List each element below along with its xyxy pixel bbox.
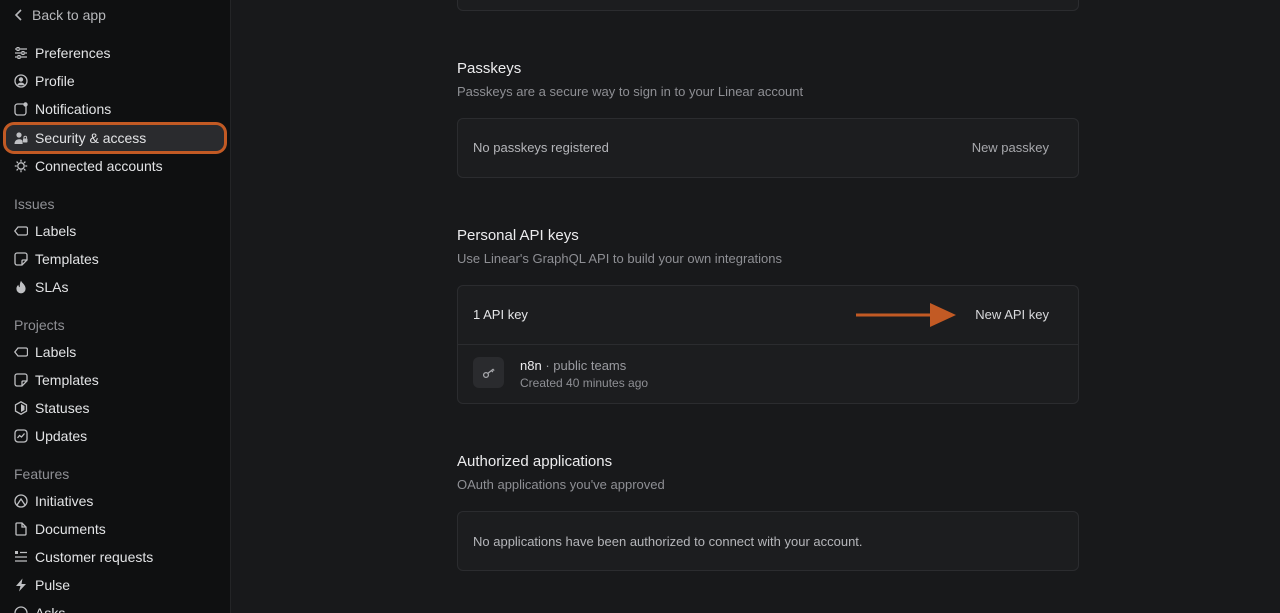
sidebar-item-documents[interactable]: Documents [6,516,224,542]
sidebar-item-label: Pulse [35,577,71,593]
tag-icon [14,224,28,238]
tag-icon [14,345,28,359]
authorized-apps-subtitle: OAuth applications you've approved [457,477,665,492]
lightning-icon [14,578,28,592]
plug-gear-icon [14,159,28,173]
api-key-name: n8n [520,358,542,373]
sidebar-item-label: Preferences [35,45,111,61]
api-keys-card: 1 API key New API key n8n · public teams… [457,285,1079,404]
new-passkey-button[interactable]: New passkey [972,140,1049,155]
passkeys-title: Passkeys [457,60,522,77]
api-keys-divider [458,344,1078,345]
api-key-scope: · public teams [545,358,627,373]
mountain-icon [14,494,28,508]
sidebar-item-customer-requests[interactable]: Customer requests [6,544,224,570]
sidebar-item-label: Asks [35,605,66,613]
api-key-created: Created 40 minutes ago [520,376,649,390]
sidebar-item-security-access[interactable]: Security & access [6,125,224,151]
authorized-apps-card: No applications have been authorized to … [457,511,1079,571]
authorized-apps-title: Authorized applications [457,453,613,470]
sidebar-item-label: Templates [35,372,99,388]
sidebar-item-label: SLAs [35,279,69,295]
authorized-apps-empty-text: No applications have been authorized to … [473,534,863,549]
sidebar-item-label: Statuses [35,400,90,416]
sidebar-item-label: Documents [35,521,106,537]
annotation-arrow-icon [856,303,956,327]
passkeys-subtitle: Passkeys are a secure way to sign in to … [457,84,804,99]
previous-section-card [457,0,1079,11]
sidebar-item-label: Updates [35,428,88,444]
sidebar-item-initiatives[interactable]: Initiatives [6,488,224,514]
document-icon [14,522,28,536]
template-icon [14,252,28,266]
settings-main-content: Passkeys Passkeys are a secure way to si… [231,0,1280,613]
passkeys-empty-text: No passkeys registered [473,140,609,155]
sidebar-item-label: Initiatives [35,493,94,509]
sidebar-item-preferences[interactable]: Preferences [6,40,224,66]
list-icon [14,550,28,564]
sidebar-item-updates[interactable]: Updates [6,423,224,449]
api-keys-title: Personal API keys [457,227,579,244]
sidebar-item-label: Profile [35,73,75,89]
sidebar-item-label: Labels [35,223,77,239]
sidebar-item-label: Labels [35,344,77,360]
pulse-chart-icon [14,429,28,443]
section-label-features: Features [14,466,70,482]
api-key-count: 1 API key [473,307,528,322]
notification-icon [14,102,28,116]
sidebar-item-label: Templates [35,251,99,267]
api-key-row[interactable]: n8n · public teams [520,358,626,373]
sidebar-item-project-labels[interactable]: Labels [6,339,224,365]
template-icon [14,373,28,387]
new-api-key-button[interactable]: New API key [975,307,1049,322]
sidebar-item-connected-accounts[interactable]: Connected accounts [6,153,224,179]
sliders-icon [14,46,28,60]
sidebar-item-project-templates[interactable]: Templates [6,367,224,393]
sidebar-item-label: Customer requests [35,549,154,565]
sidebar-item-issue-templates[interactable]: Templates [6,246,224,272]
sidebar-item-label: Connected accounts [35,158,163,174]
chevron-left-icon [14,9,22,21]
user-lock-icon [14,131,28,145]
sidebar-item-label: Notifications [35,101,112,117]
key-icon [473,357,504,388]
sidebar-item-issue-labels[interactable]: Labels [6,218,224,244]
sidebar-item-label: Security & access [35,130,147,146]
sidebar-item-notifications[interactable]: Notifications [6,96,224,122]
sidebar-item-statuses[interactable]: Statuses [6,395,224,421]
api-keys-subtitle: Use Linear's GraphQL API to build your o… [457,251,783,266]
flame-icon [14,280,28,294]
back-to-app-label: Back to app [32,7,106,23]
section-label-projects: Projects [14,317,65,333]
ask-icon [14,606,28,613]
sidebar-item-asks[interactable]: Asks [6,600,224,613]
sidebar-item-profile[interactable]: Profile [6,68,224,94]
passkeys-card: No passkeys registered New passkey [457,118,1079,178]
hexagon-icon [14,401,28,415]
section-label-issues: Issues [14,196,55,212]
sidebar-item-pulse[interactable]: Pulse [6,572,224,598]
sidebar-item-slas[interactable]: SLAs [6,274,224,300]
back-to-app-link[interactable]: Back to app [14,6,106,24]
user-circle-icon [14,74,28,88]
settings-sidebar: Back to app Preferences Profile Notifica… [0,0,231,613]
